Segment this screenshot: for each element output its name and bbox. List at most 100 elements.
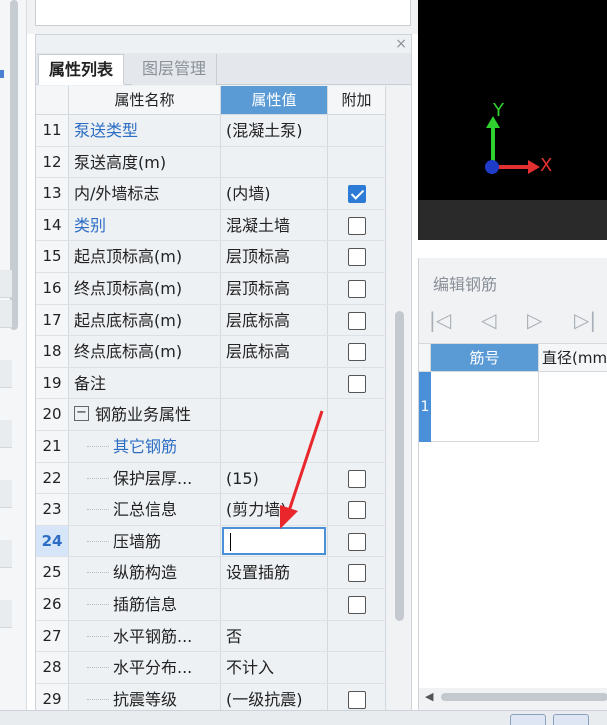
- property-row[interactable]: 15 起点顶标高(m) 层顶标高: [36, 241, 386, 273]
- origin-dot-icon: [485, 160, 499, 174]
- row-number: 15: [36, 241, 69, 272]
- property-value[interactable]: (混凝土泵): [221, 115, 328, 146]
- attach-checkbox[interactable]: [348, 690, 366, 709]
- close-icon[interactable]: ×: [395, 36, 407, 52]
- property-value-text: (内墙): [226, 184, 271, 204]
- 3d-viewport[interactable]: Y X: [418, 0, 607, 240]
- property-name-text: 终点底标高(m): [74, 342, 183, 362]
- property-value-text: 层顶标高: [226, 279, 291, 298]
- property-row[interactable]: 11 泵送类型 (混凝土泵): [36, 115, 386, 147]
- tab-property-list[interactable]: 属性列表: [38, 54, 125, 85]
- property-row[interactable]: 23 汇总信息 (剪力墙): [36, 494, 386, 526]
- left-indicator: [0, 70, 4, 78]
- property-value[interactable]: 层底标高: [221, 336, 328, 367]
- property-value[interactable]: [221, 146, 328, 178]
- rebar-header-bar-number[interactable]: 筋号: [431, 344, 539, 372]
- rebar-row-number[interactable]: 1: [419, 372, 431, 442]
- attach-checkbox[interactable]: [348, 248, 366, 267]
- row-number: 26: [36, 589, 69, 620]
- row-number: 23: [36, 494, 69, 525]
- top-list-box[interactable]: [35, 0, 411, 26]
- property-row[interactable]: 19 备注: [36, 367, 386, 400]
- header-property-name: 属性名称: [69, 86, 221, 115]
- attach-checkbox[interactable]: [348, 596, 366, 614]
- row-number: 21: [36, 431, 69, 462]
- row-number: 20: [36, 399, 69, 430]
- top-panel: [27, 0, 418, 34]
- property-value[interactable]: 不计入: [221, 652, 328, 683]
- property-row[interactable]: 21 其它钢筋: [36, 431, 386, 463]
- property-name: 起点底标高(m): [69, 304, 221, 336]
- property-name: 汇总信息: [69, 494, 221, 525]
- property-row[interactable]: 18 终点底标高(m) 层底标高: [36, 336, 386, 368]
- property-name-text: 纵筋构造: [113, 563, 178, 583]
- scrollbar-thumb[interactable]: [441, 693, 607, 701]
- property-value[interactable]: [221, 367, 328, 399]
- property-panel: × 属性列表 图层管理 属性名称 属性值 附加 11 泵送类型 (混凝土泵) 12 泵送…: [35, 34, 412, 725]
- property-name-text: 抗震等级: [113, 689, 178, 709]
- collapse-icon[interactable]: −: [74, 406, 89, 422]
- property-scrollbar[interactable]: [387, 86, 411, 725]
- attach-checkbox[interactable]: [348, 280, 366, 298]
- attach-checkbox[interactable]: [348, 532, 366, 551]
- previous-record-icon[interactable]: ◁: [481, 308, 496, 332]
- property-row[interactable]: 16 终点顶标高(m) 层顶标高: [36, 273, 386, 305]
- property-value[interactable]: (内墙): [221, 178, 328, 209]
- property-row[interactable]: 13 内/外墙标志 (内墙): [36, 178, 386, 210]
- property-name: 泵送类型: [69, 115, 221, 146]
- property-value[interactable]: 层顶标高: [221, 273, 328, 304]
- property-row[interactable]: 27 水平钢筋... 否: [36, 620, 386, 653]
- property-value[interactable]: 层底标高: [221, 304, 328, 336]
- row-number: 19: [36, 367, 69, 399]
- property-row[interactable]: 25 纵筋构造 设置插筋: [36, 557, 386, 589]
- tree-line: [87, 572, 109, 574]
- header-property-value[interactable]: 属性值: [221, 86, 328, 115]
- scrollbar-thumb[interactable]: [395, 311, 404, 621]
- next-record-icon[interactable]: ▷: [527, 308, 542, 332]
- scroll-left-icon[interactable]: ◀: [425, 690, 433, 703]
- left-cell: [0, 540, 12, 568]
- row-number: 13: [36, 178, 69, 209]
- rebar-header-diameter[interactable]: 直径(mm: [539, 344, 607, 372]
- attach-checkbox[interactable]: [348, 501, 366, 520]
- last-record-icon[interactable]: ▷|: [574, 308, 596, 332]
- property-row[interactable]: 20− 钢筋业务属性: [36, 399, 386, 431]
- attach-checkbox[interactable]: [348, 216, 366, 235]
- property-name: 类别: [69, 209, 221, 241]
- property-value-text: 不计入: [226, 658, 275, 678]
- bottom-button[interactable]: [510, 714, 546, 725]
- row-number: 25: [36, 557, 69, 588]
- property-row[interactable]: 22 保护层厚... (15): [36, 462, 386, 495]
- attach-checkbox[interactable]: [348, 343, 366, 362]
- attach-checkbox[interactable]: [348, 185, 366, 204]
- property-row[interactable]: 28 水平分布... 不计入: [36, 652, 386, 684]
- row-number: 27: [36, 620, 69, 652]
- property-value[interactable]: [221, 589, 328, 620]
- left-cell: [0, 360, 12, 388]
- row-number: 16: [36, 273, 69, 304]
- property-name-text: 其它钢筋: [113, 437, 178, 456]
- attach-cell: [328, 336, 386, 367]
- attach-checkbox[interactable]: [348, 469, 366, 488]
- attach-checkbox[interactable]: [348, 564, 366, 583]
- property-name: 起点顶标高(m): [69, 241, 221, 272]
- property-value[interactable]: 设置插筋: [221, 557, 328, 588]
- tab-layer-management[interactable]: 图层管理: [132, 54, 218, 85]
- property-row[interactable]: 12 泵送高度(m): [36, 146, 386, 179]
- property-value[interactable]: 混凝土墙: [221, 209, 328, 241]
- property-row[interactable]: 14 类别 混凝土墙: [36, 209, 386, 242]
- property-value[interactable]: 否: [221, 620, 328, 652]
- property-row[interactable]: 24 压墙筋: [36, 525, 386, 558]
- attach-checkbox[interactable]: [348, 374, 366, 393]
- rebar-horizontal-scrollbar[interactable]: ◀: [419, 688, 607, 706]
- attach-checkbox[interactable]: [348, 311, 366, 330]
- property-value[interactable]: 层顶标高: [221, 241, 328, 272]
- property-row[interactable]: 17 起点底标高(m) 层底标高: [36, 304, 386, 337]
- rebar-bar-number-cell[interactable]: [431, 372, 539, 442]
- first-record-icon[interactable]: |◁: [429, 308, 451, 332]
- red-arrow-annotation: [280, 410, 324, 529]
- bottom-button[interactable]: [553, 714, 589, 725]
- property-name-text: 水平分布...: [113, 658, 193, 678]
- property-row[interactable]: 26 插筋信息: [36, 589, 386, 621]
- header-row-number: [36, 86, 69, 115]
